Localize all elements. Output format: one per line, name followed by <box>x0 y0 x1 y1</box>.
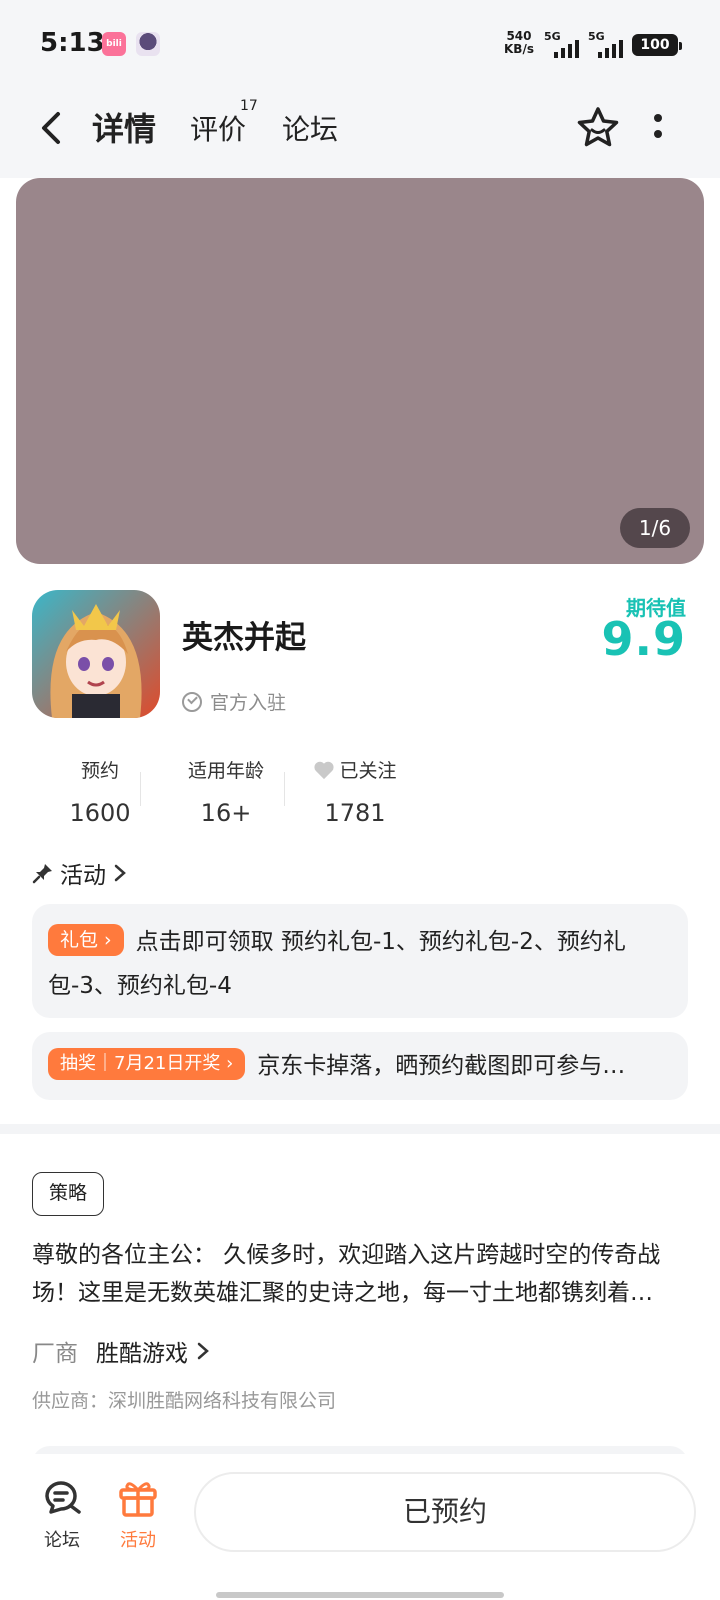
media-carousel[interactable]: 1/6 <box>16 178 704 564</box>
star-icon <box>577 107 619 147</box>
network-speed: 540 KB/s <box>504 29 534 56</box>
stat-age-rating: 适用年龄 16+ <box>187 760 264 827</box>
chevron-right-icon <box>114 864 126 882</box>
stat-reservations: 预约 1600 <box>69 760 131 827</box>
home-indicator[interactable] <box>216 1592 504 1598</box>
pin-icon <box>32 864 52 884</box>
gift-pack-pill[interactable]: 礼包 › <box>48 923 124 956</box>
gift-pack-text: 点击即可领取 预约礼包-1、预约礼包-2、预约礼包-3、预约礼包-4 <box>48 929 626 999</box>
game-app-icon <box>32 590 160 718</box>
status-bar: 5:13 bili 540 KB/s 5G 5G 100 <box>0 0 720 90</box>
activity-section-link[interactable]: 活动 <box>32 856 128 890</box>
bilibili-app-icon: bili <box>102 32 126 56</box>
vendor-link[interactable]: 厂商 胜酷游戏 <box>32 1334 212 1368</box>
chevron-left-icon <box>42 112 60 144</box>
bottom-nav-forum[interactable]: 论坛 <box>22 1478 102 1552</box>
supplier-info: 供应商：深圳胜酷网络科技有限公司 <box>32 1390 337 1412</box>
gift-pack-card[interactable]: 礼包 › 点击即可领取 预约礼包-1、预约礼包-2、预约礼包-3、预约礼包-4 <box>32 904 688 1018</box>
lottery-pill[interactable]: 抽奖｜7月21日开奖 › <box>48 1047 246 1080</box>
back-button[interactable] <box>32 108 72 148</box>
notification-app-icon <box>136 32 160 56</box>
reserved-button[interactable]: 已预约 <box>194 1472 696 1552</box>
review-count-badge: 17 <box>240 98 258 114</box>
expectation-score: 9.9 <box>601 612 686 666</box>
more-options-button[interactable] <box>650 114 666 142</box>
official-verified-label: 官方入驻 <box>182 688 286 715</box>
heart-icon <box>314 761 335 779</box>
gift-icon <box>119 1482 157 1517</box>
stat-divider <box>140 772 141 806</box>
bottom-action-bar: 论坛 活动 已预约 <box>0 1454 720 1600</box>
chat-bubble-icon <box>45 1481 81 1514</box>
tab-detail[interactable]: 详情 <box>88 104 160 150</box>
bottom-nav-activity[interactable]: 活动 <box>98 1478 178 1552</box>
tab-forum[interactable]: 论坛 <box>282 108 338 148</box>
more-dot-icon <box>654 114 662 122</box>
header-bar: 详情 评价 17 论坛 <box>0 90 720 178</box>
lottery-text: 京东卡掉落，晒预约截图即可参与… <box>257 1053 626 1079</box>
game-introduction[interactable]: 尊敬的各位主公： 久候多时，欢迎踏入这片跨越时空的传奇战场！这里是无数英雄汇聚的… <box>32 1236 688 1312</box>
check-circle-icon <box>182 691 202 712</box>
section-divider <box>0 1124 720 1134</box>
battery-icon: 100 <box>632 34 682 56</box>
stat-followers: 已关注 1781 <box>300 756 410 827</box>
chevron-right-icon <box>197 1342 209 1360</box>
game-title: 英杰并起 <box>182 620 306 656</box>
stat-divider <box>284 772 285 806</box>
tab-review[interactable]: 评价 17 <box>190 98 258 148</box>
carousel-counter: 1/6 <box>620 508 690 548</box>
favorite-button[interactable] <box>574 104 622 152</box>
strategy-tag[interactable]: 策略 <box>32 1172 104 1216</box>
more-dot-icon <box>654 130 662 138</box>
lottery-card[interactable]: 抽奖｜7月21日开奖 › 京东卡掉落，晒预约截图即可参与… <box>32 1032 688 1100</box>
status-time: 5:13 <box>40 28 105 58</box>
